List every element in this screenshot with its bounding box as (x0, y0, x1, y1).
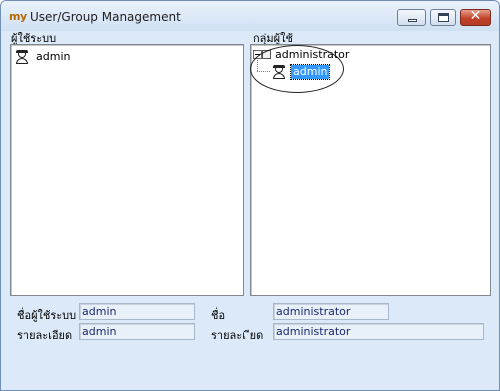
user-detail-label: รายละเอียด (17, 329, 73, 342)
title-bar[interactable]: my User/Group Management ✕ (1, 1, 499, 31)
maximize-button[interactable] (430, 9, 456, 26)
user-detail-field[interactable]: admin (79, 323, 195, 340)
list-item-user-admin[interactable]: admin (14, 49, 72, 65)
window-title: User/Group Management (30, 10, 181, 24)
highlight-ellipse-annotation (250, 45, 344, 93)
minimize-button[interactable] (397, 9, 426, 26)
user-icon (14, 49, 30, 65)
maximize-icon (438, 13, 449, 22)
username-label: ชื่อผู้ใช้ระบบ (17, 309, 77, 322)
user-group-management-window: my User/Group Management ✕ ผู้ใช้ระบบ ad… (0, 0, 500, 391)
name-field[interactable]: administrator (273, 303, 389, 320)
close-button[interactable]: ✕ (460, 8, 491, 26)
username-field[interactable]: admin (79, 303, 195, 320)
minimize-icon (408, 19, 417, 22)
list-item-label: admin (36, 50, 71, 63)
group-detail-label: รายละเ ียด (211, 329, 264, 342)
users-list[interactable]: admin (10, 44, 244, 296)
close-icon: ✕ (469, 8, 482, 24)
group-detail-field[interactable]: administrator (273, 323, 484, 340)
name-label: ชื่อ (211, 309, 226, 322)
app-icon: my (9, 10, 27, 23)
